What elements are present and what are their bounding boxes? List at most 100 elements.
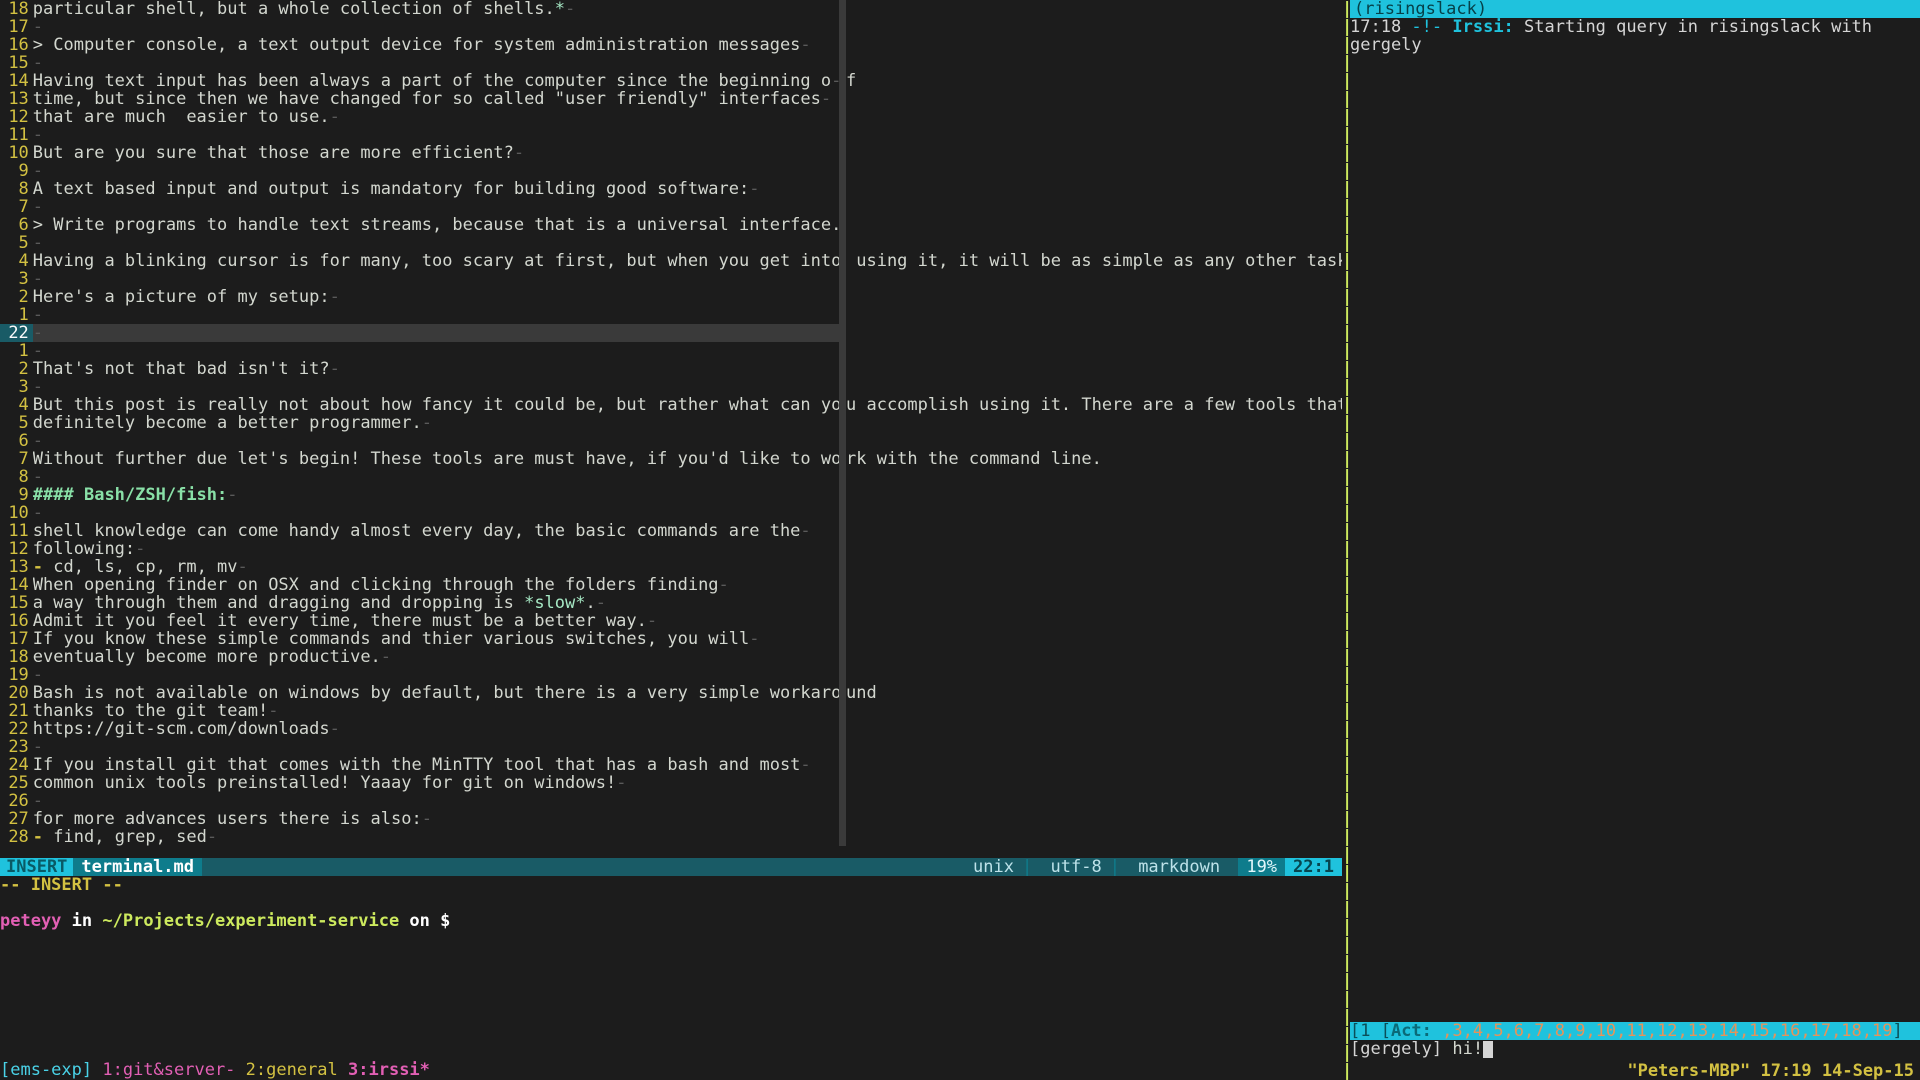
editor-line[interactable]: 19-: [0, 666, 1342, 684]
editor-line[interactable]: 18particular shell, but a whole collecti…: [0, 0, 1342, 18]
irssi-channel-header: (risingslack): [1350, 0, 1920, 18]
color-column: [839, 360, 846, 378]
editor-overflow: using it, it will be as simple as any ot…: [846, 252, 1342, 270]
editor-line[interactable]: 5definitely become a better programmer.-: [0, 414, 1342, 432]
tmux-clock: "Peters-MBP" 17:19 14-Sep-15: [1627, 1062, 1914, 1080]
right-tmux-pane[interactable]: (risingslack) 17:18 -!- Irssi: Starting …: [1350, 0, 1920, 1080]
editor-text: -: [33, 198, 839, 216]
editor-text: -: [33, 126, 839, 144]
editor-line[interactable]: 9-: [0, 162, 1342, 180]
vim-filetype: markdown: [1130, 858, 1228, 876]
editor-line[interactable]: 1-: [0, 342, 1342, 360]
editor-text: -: [33, 18, 839, 36]
editor-line[interactable]: 4But this post is really not about how f…: [0, 396, 1342, 414]
editor-line[interactable]: 21thanks to the git team!-: [0, 702, 1342, 720]
editor-text: -: [33, 378, 839, 396]
editor-line[interactable]: 9#### Bash/ZSH/fish:-: [0, 486, 1342, 504]
editor-overflow: [846, 90, 1342, 108]
color-column: [839, 540, 846, 558]
editor-line[interactable]: 20Bash is not available on windows by de…: [0, 684, 1342, 702]
line-number: 8: [0, 468, 33, 486]
editor-line[interactable]: 6> Write programs to handle text streams…: [0, 216, 1342, 234]
tmux-window-1[interactable]: 1:git&server-: [92, 1060, 246, 1080]
editor-line[interactable]: 8-: [0, 468, 1342, 486]
editor-line[interactable]: 14When opening finder on OSX and clickin…: [0, 576, 1342, 594]
line-number: 28: [0, 828, 33, 846]
editor-line[interactable]: 17If you know these simple commands and …: [0, 630, 1342, 648]
color-column: [839, 720, 846, 738]
editor-line[interactable]: 11-: [0, 126, 1342, 144]
editor-line[interactable]: 14Having text input has been always a pa…: [0, 72, 1342, 90]
editor-line[interactable]: 8A text based input and output is mandat…: [0, 180, 1342, 198]
editor-text: thanks to the git team!-: [33, 702, 839, 720]
editor-line[interactable]: 7Without further due let's begin! These …: [0, 450, 1342, 468]
editor-text: -: [33, 324, 839, 342]
editor-overflow: [846, 612, 1342, 630]
editor-line[interactable]: 10-: [0, 504, 1342, 522]
tmux-window-3-active[interactable]: 3:irssi*: [348, 1060, 430, 1080]
editor-text: But are you sure that those are more eff…: [33, 144, 839, 162]
tmux-status-bar[interactable]: [ems-exp] 1:git&server- 2:general 3:irss…: [0, 1061, 1920, 1080]
color-column: [839, 90, 846, 108]
editor-line[interactable]: 6-: [0, 432, 1342, 450]
editor-line[interactable]: 7-: [0, 198, 1342, 216]
line-number: 10: [0, 144, 33, 162]
line-number: 22: [0, 324, 33, 342]
line-number: 18: [0, 648, 33, 666]
editor-line[interactable]: 1-: [0, 306, 1342, 324]
line-number: 21: [0, 702, 33, 720]
line-number: 20: [0, 684, 33, 702]
editor-line[interactable]: 5-: [0, 234, 1342, 252]
editor-line[interactable]: 2That's not that bad isn't it?-: [0, 360, 1342, 378]
editor-line[interactable]: 15-: [0, 54, 1342, 72]
editor-line[interactable]: 25common unix tools preinstalled! Yaaay …: [0, 774, 1342, 792]
editor-overflow: rk with the command line.: [846, 450, 1342, 468]
editor-line[interactable]: 10But are you sure that those are more e…: [0, 144, 1342, 162]
editor-line[interactable]: 15a way through them and dragging and dr…: [0, 594, 1342, 612]
color-column: [839, 702, 846, 720]
editor-text: -: [33, 306, 839, 324]
editor-line[interactable]: 22https://git-scm.com/downloads-: [0, 720, 1342, 738]
left-tmux-pane[interactable]: 18particular shell, but a whole collecti…: [0, 0, 1342, 1080]
editor-line[interactable]: 3-: [0, 378, 1342, 396]
irssi-message-area[interactable]: 17:18 -!- Irssi: Starting query in risin…: [1350, 18, 1920, 54]
editor-line[interactable]: 4Having a blinking cursor is for many, t…: [0, 252, 1342, 270]
editor-overflow: [846, 234, 1342, 252]
tmux-window-2[interactable]: 2:general: [246, 1060, 348, 1080]
editor-overflow: und: [846, 684, 1342, 702]
editor-text: -: [33, 342, 839, 360]
tmux-session-name[interactable]: [ems-exp]: [0, 1060, 92, 1080]
tmux-pane-divider[interactable]: ||||||||||||||||||||||||||||||||||||||||…: [1342, 0, 1350, 1080]
editor-overflow: [846, 738, 1342, 756]
editor-line[interactable]: 12that are much easier to use.-: [0, 108, 1342, 126]
editor-line[interactable]: 2Here's a picture of my setup:-: [0, 288, 1342, 306]
vim-editor[interactable]: 18particular shell, but a whole collecti…: [0, 0, 1342, 858]
editor-overflow: [846, 324, 1342, 342]
editor-line[interactable]: 16Admit it you feel it every time, there…: [0, 612, 1342, 630]
editor-line[interactable]: 27for more advances users there is also:…: [0, 810, 1342, 828]
editor-line[interactable]: 13- cd, ls, cp, rm, mv-: [0, 558, 1342, 576]
editor-line[interactable]: 18eventually become more productive.-: [0, 648, 1342, 666]
editor-line[interactable]: 3-: [0, 270, 1342, 288]
editor-line[interactable]: 28- find, grep, sed-: [0, 828, 1342, 846]
editor-overflow: [846, 216, 1342, 234]
editor-text: -: [33, 54, 839, 72]
shell-prompt[interactable]: peteyy in ~/Projects/experiment-service …: [0, 912, 450, 930]
editor-line[interactable]: 16> Computer console, a text output devi…: [0, 36, 1342, 54]
irssi-input-line[interactable]: [gergely] hi!: [1350, 1040, 1493, 1058]
line-number: 2: [0, 288, 33, 306]
editor-line[interactable]: 23-: [0, 738, 1342, 756]
editor-line[interactable]: 26-: [0, 792, 1342, 810]
editor-line[interactable]: 11shell knowledge can come handy almost …: [0, 522, 1342, 540]
editor-overflow: f: [846, 72, 1342, 90]
line-number: 4: [0, 252, 33, 270]
editor-line[interactable]: 22-: [0, 324, 1342, 342]
color-column: [839, 648, 846, 666]
editor-line[interactable]: 12following:-: [0, 540, 1342, 558]
line-number: 15: [0, 594, 33, 612]
editor-line[interactable]: 17-: [0, 18, 1342, 36]
editor-line[interactable]: 13time, but since then we have changed f…: [0, 90, 1342, 108]
editor-line[interactable]: 24If you install git that comes with the…: [0, 756, 1342, 774]
editor-text: > Write programs to handle text streams,…: [33, 216, 839, 234]
editor-text: for more advances users there is also:-: [33, 810, 839, 828]
